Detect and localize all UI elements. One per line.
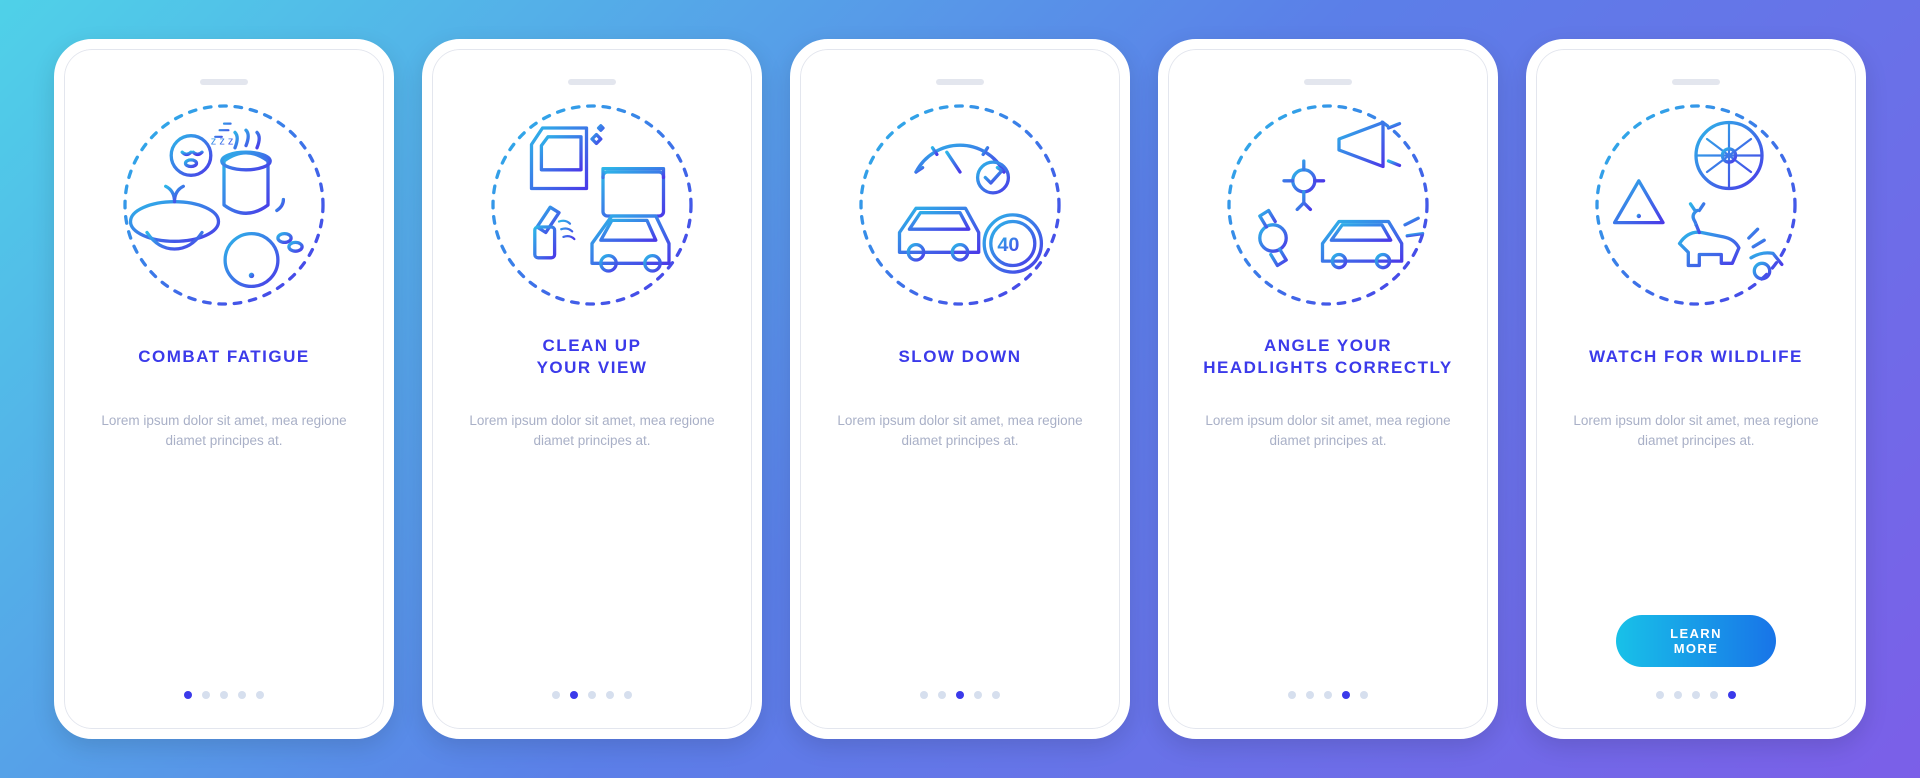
onboarding-desc: Lorem ipsum dolor sit amet, mea regione … xyxy=(462,411,722,452)
pagination-dots xyxy=(800,691,1120,699)
dot[interactable] xyxy=(956,691,964,699)
onboarding-card-clean-view: CLEAN UP YOUR VIEW Lorem ipsum dolor sit… xyxy=(422,39,762,739)
onboarding-card-wildlife: WATCH FOR WILDLIFE Lorem ipsum dolor sit… xyxy=(1526,39,1866,739)
dot[interactable] xyxy=(1656,691,1664,699)
pagination-dots xyxy=(1536,691,1856,699)
slow-down-icon: 40 xyxy=(850,95,1070,315)
onboarding-title: COMBAT FATIGUE xyxy=(138,333,309,381)
dot[interactable] xyxy=(1692,691,1700,699)
dot[interactable] xyxy=(624,691,632,699)
pagination-dots xyxy=(64,691,384,699)
dot[interactable] xyxy=(202,691,210,699)
dot[interactable] xyxy=(184,691,192,699)
dot[interactable] xyxy=(1324,691,1332,699)
headlights-icon xyxy=(1218,95,1438,315)
dot[interactable] xyxy=(1342,691,1350,699)
dot[interactable] xyxy=(938,691,946,699)
dot[interactable] xyxy=(992,691,1000,699)
clean-view-icon xyxy=(482,95,702,315)
svg-text:40: 40 xyxy=(997,234,1019,256)
phone-notch xyxy=(568,79,616,85)
dot[interactable] xyxy=(920,691,928,699)
fatigue-icon: z z z xyxy=(114,95,334,315)
onboarding-card-headlights: ANGLE YOUR HEADLIGHTS CORRECTLY Lorem ip… xyxy=(1158,39,1498,739)
dot[interactable] xyxy=(220,691,228,699)
dot[interactable] xyxy=(1288,691,1296,699)
onboarding-card-fatigue: z z z COMBAT FATIGUE Lorem ipsum dolor s… xyxy=(54,39,394,739)
onboarding-desc: Lorem ipsum dolor sit amet, mea regione … xyxy=(1566,411,1826,452)
pagination-dots xyxy=(432,691,752,699)
dot[interactable] xyxy=(256,691,264,699)
onboarding-title: SLOW DOWN xyxy=(898,333,1021,381)
dot[interactable] xyxy=(1710,691,1718,699)
onboarding-desc: Lorem ipsum dolor sit amet, mea regione … xyxy=(830,411,1090,452)
onboarding-card-slow-down: 40 SLOW DOWN Lorem ipsum dolor sit amet,… xyxy=(790,39,1130,739)
phone-notch xyxy=(200,79,248,85)
dot[interactable] xyxy=(1360,691,1368,699)
phone-notch xyxy=(1672,79,1720,85)
onboarding-title: WATCH FOR WILDLIFE xyxy=(1589,333,1803,381)
dot[interactable] xyxy=(1674,691,1682,699)
wildlife-icon xyxy=(1586,95,1806,315)
dot[interactable] xyxy=(570,691,578,699)
dot[interactable] xyxy=(606,691,614,699)
onboarding-desc: Lorem ipsum dolor sit amet, mea regione … xyxy=(1198,411,1458,452)
learn-more-button[interactable]: LEARN MORE xyxy=(1616,615,1776,667)
onboarding-title: ANGLE YOUR HEADLIGHTS CORRECTLY xyxy=(1203,333,1452,381)
phone-notch xyxy=(936,79,984,85)
phone-notch xyxy=(1304,79,1352,85)
dot[interactable] xyxy=(588,691,596,699)
onboarding-desc: Lorem ipsum dolor sit amet, mea regione … xyxy=(94,411,354,452)
svg-text:z z z: z z z xyxy=(211,136,234,148)
dot[interactable] xyxy=(552,691,560,699)
onboarding-title: CLEAN UP YOUR VIEW xyxy=(537,333,648,381)
dot[interactable] xyxy=(1306,691,1314,699)
dot[interactable] xyxy=(974,691,982,699)
dot[interactable] xyxy=(238,691,246,699)
dot[interactable] xyxy=(1728,691,1736,699)
pagination-dots xyxy=(1168,691,1488,699)
